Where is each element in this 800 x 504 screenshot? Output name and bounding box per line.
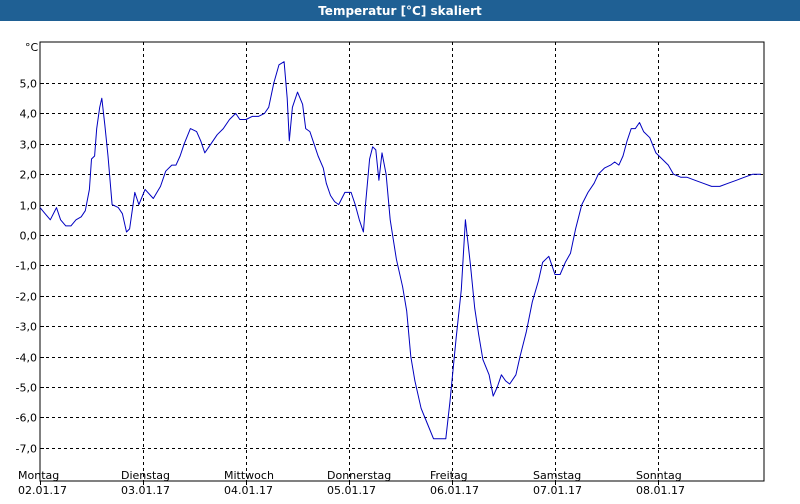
y-tick-label: 4,0 (20, 108, 38, 121)
y-tick-label: 2,0 (20, 169, 38, 182)
y-tick-label: -2,0 (16, 291, 37, 304)
x-tick-label-day: Freitag (430, 469, 468, 482)
x-tick-label-day: Mittwoch (224, 469, 274, 482)
chart-area: °C 5,0 4,0 3,0 2,0 1,0 0,0 -1,0 -2,0 -3,0 -4,0 -5,… (0, 21, 800, 500)
y-tick-label: -1,0 (16, 260, 37, 273)
x-tick-label-date: 02.01.17 (18, 484, 67, 497)
chart-title: Temperatur [°C] skaliert (0, 0, 800, 21)
x-tick-label-day: Donnerstag (327, 469, 391, 482)
y-tick-label: 3,0 (20, 139, 38, 152)
y-tick-label: -5,0 (16, 382, 37, 395)
y-tick-label: -3,0 (16, 321, 37, 334)
x-tick-label-date: 07.01.17 (533, 484, 582, 497)
y-tick-label: -4,0 (16, 352, 37, 365)
x-tick-label-day: Dienstag (121, 469, 170, 482)
x-tick-label-day: Samstag (533, 469, 581, 482)
x-tick-label-day: Montag (18, 469, 59, 482)
y-tick-label: 1,0 (20, 200, 38, 213)
temperature-chart: °C 5,0 4,0 3,0 2,0 1,0 0,0 -1,0 -2,0 -3,0 -4,0 -5,… (16, 41, 765, 497)
x-tick-label-date: 04.01.17 (224, 484, 273, 497)
y-tick-label: 0,0 (20, 230, 38, 243)
x-tick-label-date: 08.01.17 (636, 484, 685, 497)
x-tick-label-date: 06.01.17 (430, 484, 479, 497)
x-tick-label-date: 05.01.17 (327, 484, 376, 497)
x-tick-label-day: Sonntag (636, 469, 682, 482)
y-tick-label: -7,0 (16, 443, 37, 456)
y-tick-label: -6,0 (16, 412, 37, 425)
plot-frame (39, 41, 765, 482)
x-tick-label-date: 03.01.17 (121, 484, 170, 497)
y-tick-label: 5,0 (20, 78, 38, 91)
y-axis-unit-label: °C (25, 41, 39, 54)
